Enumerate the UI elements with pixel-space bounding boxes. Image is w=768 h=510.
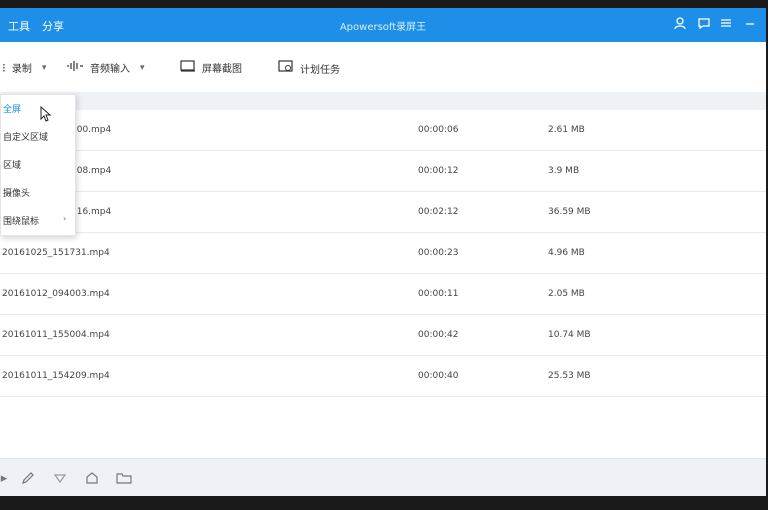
chat-icon[interactable] [696, 16, 712, 32]
file-size: 3.9 MB [548, 166, 580, 176]
file-duration: 00:00:40 [418, 371, 459, 381]
screenshot-label: 屏幕截图 [202, 64, 242, 75]
table-row[interactable]: 20161011_155004.mp4 00:00:42 10.74 MB [0, 315, 766, 356]
edit-icon[interactable] [20, 471, 36, 489]
table-row[interactable]: …308.mp4 00:00:12 3.9 MB [0, 151, 766, 192]
toolbar: ⁝ 录制 ▾ 音频输入 ▾ 屏幕截图 计划任务 [0, 52, 766, 82]
dropdown-item-label: 围绕鼠标 [3, 217, 40, 227]
title-bar: 工具 分享 Apowersoft录屏王 [0, 8, 766, 42]
schedule-label: 计划任务 [300, 64, 340, 76]
table-row[interactable]: 20161025_151731.mp4 00:00:23 4.96 MB [0, 233, 766, 274]
play-icon[interactable]: ▸ [0, 471, 12, 486]
user-icon[interactable] [672, 16, 688, 32]
record-mode-dropdown: 全屏 自定义区域 区域 摄像头 围绕鼠标 › [0, 94, 76, 236]
chevron-down-icon: ▾ [140, 62, 145, 73]
table-row[interactable]: …300.mp4 00:00:06 2.61 MB [0, 110, 766, 151]
table-row[interactable]: 20161011_154209.mp4 00:00:40 25.53 MB [0, 356, 766, 397]
schedule-icon [278, 60, 294, 76]
record-label: 录制 [11, 64, 32, 75]
app-window: 工具 分享 Apowersoft录屏王 ⁝ 录制 ▾ 音频输入 ▾ 屏幕截图 计… [0, 8, 766, 496]
list-header [0, 92, 766, 110]
record-button[interactable]: ⁝ 录制 ▾ [2, 60, 47, 76]
table-row[interactable]: 20161012_094003.mp4 00:00:11 2.05 MB [0, 274, 766, 315]
audio-input-button[interactable]: 音频输入 ▾ [66, 60, 145, 75]
dropdown-item-region[interactable]: 区域 [1, 153, 75, 175]
bottom-action-bar: ▸ [0, 458, 766, 496]
minimize-icon[interactable] [742, 16, 758, 32]
file-duration: 00:00:23 [418, 248, 459, 258]
dropdown-item-label: 区域 [3, 161, 22, 171]
dropdown-item-fullscreen[interactable]: 全屏 [1, 97, 75, 119]
dropdown-item-label: 全屏 [3, 105, 22, 115]
file-duration: 00:00:06 [418, 125, 459, 135]
dropdown-item-around-mouse[interactable]: 围绕鼠标 › [1, 209, 75, 231]
dropdown-item-label: 摄像头 [3, 189, 31, 199]
chevron-down-icon: ▾ [41, 62, 47, 73]
upload-icon[interactable] [52, 471, 68, 489]
file-size: 4.96 MB [548, 248, 585, 258]
file-size: 2.61 MB [548, 125, 585, 135]
file-name: 20161025_151731.mp4 [2, 248, 110, 258]
record-icon: ⁝ [2, 60, 6, 75]
dropdown-item-custom-region[interactable]: 自定义区域 [1, 125, 75, 147]
table-row[interactable]: …716.mp4 00:02:12 36.59 MB [0, 192, 766, 233]
file-size: 2.05 MB [548, 289, 585, 299]
file-duration: 00:02:12 [418, 207, 459, 217]
file-name: 20161012_094003.mp4 [2, 289, 110, 299]
mouse-cursor-icon [40, 105, 52, 126]
file-duration: 00:00:42 [418, 330, 459, 340]
screenshot-icon [180, 60, 196, 75]
file-size: 10.74 MB [548, 330, 591, 340]
file-duration: 00:00:11 [418, 289, 459, 299]
file-duration: 00:00:12 [418, 166, 459, 176]
file-name: 20161011_155004.mp4 [2, 330, 110, 340]
file-size: 36.59 MB [548, 207, 591, 217]
file-size: 25.53 MB [548, 371, 591, 381]
file-list: …300.mp4 00:00:06 2.61 MB …308.mp4 00:00… [0, 110, 766, 397]
schedule-button[interactable]: 计划任务 [278, 60, 340, 76]
dropdown-item-webcam[interactable]: 摄像头 [1, 181, 75, 203]
screenshot-button[interactable]: 屏幕截图 [180, 60, 242, 75]
window-title: Apowersoft录屏王 [339, 22, 427, 33]
audio-icon [66, 60, 84, 75]
audio-label: 音频输入 [90, 64, 130, 75]
share-icon[interactable] [84, 471, 100, 489]
file-name: 20161011_154209.mp4 [2, 371, 110, 381]
chevron-right-icon: › [63, 214, 67, 223]
dropdown-item-label: 自定义区域 [3, 133, 49, 143]
menu-icon[interactable] [718, 16, 734, 32]
folder-icon[interactable] [116, 471, 132, 489]
